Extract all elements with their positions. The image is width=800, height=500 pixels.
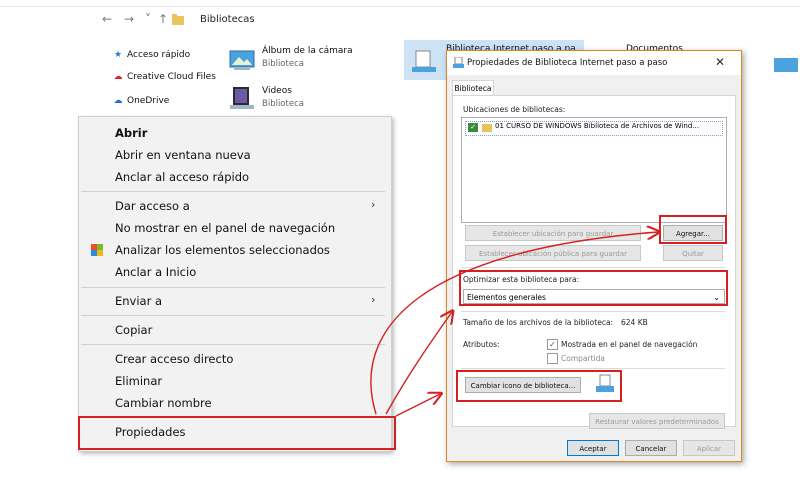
annotation-arrows [370,0,800,417]
arrow-to-change-icon [395,394,440,417]
arrow-to-add [370,232,658,415]
arrow-to-optimize [385,312,452,415]
